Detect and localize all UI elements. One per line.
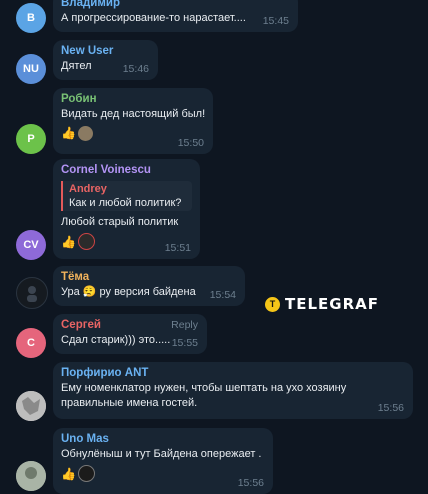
avatar[interactable]: CV <box>16 230 46 260</box>
message-bubble[interactable]: Порфирио ANT Ему номенклатор нужен, чтоб… <box>53 362 413 419</box>
quote-text: Как и любой политик? <box>69 197 182 209</box>
reaction-avatar <box>77 465 95 482</box>
telegraf-logo-icon: T <box>265 296 280 312</box>
telegraf-watermark: T TELEGRAF <box>265 295 379 313</box>
message-text-line: Ему номенклатор нужен, чтобы шептать на … <box>61 382 347 394</box>
message-bubble[interactable]: Тёма Ура 😮‍💨 ру версия байдена 15:54 <box>53 266 245 306</box>
message-bubble[interactable]: Uno Mas Обнулёныш и тут Байдена опережае… <box>53 428 273 494</box>
avatar[interactable]: С <box>16 328 46 358</box>
avatar-pattern-icon <box>16 391 46 421</box>
message-text-line: правильные имена гостей. <box>61 397 198 409</box>
avatar[interactable] <box>16 277 48 309</box>
reaction-avatar <box>77 125 93 141</box>
message-bubble[interactable]: Сергей Сдал старик))) это..... Reply 15:… <box>53 314 207 354</box>
author-name[interactable]: Тёма <box>61 270 237 285</box>
message-bubble[interactable]: Владимир А прогрессирование-то нарастает… <box>53 0 298 32</box>
reply-button[interactable]: Reply <box>171 319 198 331</box>
thumbs-up-icon[interactable]: 👍 <box>61 466 76 482</box>
reaction-avatar <box>77 233 95 250</box>
timestamp: 15:56 <box>377 402 404 414</box>
reactions[interactable]: 👍 <box>61 465 265 482</box>
timestamp: 15:46 <box>122 63 149 75</box>
timestamp: 15:51 <box>164 242 191 254</box>
author-name[interactable]: Cornel Voinescu <box>61 163 192 178</box>
timestamp: 15:56 <box>237 477 264 489</box>
quoted-message[interactable]: Andrey Как и любой политик? <box>61 181 192 211</box>
avatar-silhouette-icon <box>27 286 37 302</box>
message-text: А прогрессирование-то нарастает.... <box>61 12 246 24</box>
avatar[interactable]: NU <box>16 54 46 84</box>
author-name[interactable]: New User <box>61 44 150 59</box>
thumbs-up-icon[interactable]: 👍 <box>61 125 76 141</box>
message-text: Видать дед настоящий был! <box>61 108 206 120</box>
avatar-pattern-icon <box>16 461 46 491</box>
author-name[interactable]: Uno Mas <box>61 432 265 447</box>
message-text: Обнулёныш и тут Байдена опережает . <box>61 448 262 460</box>
timestamp: 15:50 <box>177 137 204 149</box>
author-name[interactable]: Робин <box>61 92 205 107</box>
timestamp: 15:45 <box>262 15 289 27</box>
message-bubble[interactable]: Робин Видать дед настоящий был! 👍 15:50 <box>53 88 213 154</box>
avatar[interactable] <box>16 461 46 491</box>
watermark-text: TELEGRAF <box>285 295 380 313</box>
avatar[interactable]: В <box>16 3 46 33</box>
author-name[interactable]: Владимир <box>61 0 290 11</box>
message-text: Любой старый политик <box>61 216 179 228</box>
timestamp: 15:54 <box>209 289 236 301</box>
message-bubble[interactable]: Cornel Voinescu Andrey Как и любой полит… <box>53 159 200 259</box>
avatar[interactable] <box>16 391 46 421</box>
avatar[interactable]: Р <box>16 124 46 154</box>
quote-author: Andrey <box>69 183 107 195</box>
author-name[interactable]: Порфирио ANT <box>61 366 405 381</box>
thumbs-up-icon[interactable]: 👍 <box>61 234 76 250</box>
message-bubble[interactable]: New User Дятел 15:46 <box>53 40 158 80</box>
timestamp: 15:55 <box>171 337 198 349</box>
